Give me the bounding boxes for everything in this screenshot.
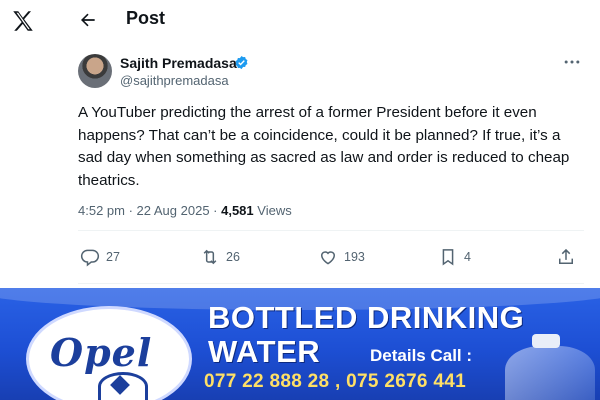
ad-phone-numbers: 077 22 888 28 , 075 2676 441 bbox=[204, 371, 466, 392]
like-count: 193 bbox=[344, 250, 365, 264]
reply-button[interactable]: 27 bbox=[80, 247, 120, 267]
reply-icon bbox=[80, 249, 100, 267]
views-label: Views bbox=[253, 203, 292, 218]
share-icon bbox=[559, 248, 573, 264]
tweet-meta: 4:52 pm · 22 Aug 2025 · 4,581 Views bbox=[78, 203, 292, 218]
post-column: Post Sajith Premadasa @sajithpremadasa A… bbox=[62, 0, 600, 290]
views-count: 4,581 bbox=[221, 203, 254, 218]
tweet-time[interactable]: 4:52 pm · 22 Aug 2025 · bbox=[78, 203, 221, 218]
more-horizontal-icon[interactable] bbox=[562, 52, 582, 72]
ad-banner[interactable]: Opel BOTTLED DRINKING WATER Details Call… bbox=[0, 288, 600, 400]
author-handle[interactable]: @sajithpremadasa bbox=[120, 73, 229, 88]
repost-count: 26 bbox=[226, 250, 240, 264]
x-logo-icon[interactable] bbox=[10, 8, 36, 34]
repost-button[interactable]: 26 bbox=[200, 247, 240, 267]
divider bbox=[78, 283, 584, 284]
bookmark-button[interactable]: 4 bbox=[438, 247, 471, 267]
tweet-text: A YouTuber predicting the arrest of a fo… bbox=[78, 104, 570, 189]
share-button[interactable] bbox=[556, 247, 582, 267]
bookmark-count: 4 bbox=[464, 250, 471, 264]
ad-headline-line2: WATER bbox=[208, 334, 321, 369]
bottle-cap-image bbox=[532, 334, 560, 348]
repost-icon bbox=[203, 249, 217, 265]
page-title: Post bbox=[126, 8, 166, 28]
ad-headline-line1: BOTTLED DRINKING bbox=[208, 300, 525, 335]
arrow-left-icon[interactable] bbox=[78, 10, 98, 30]
divider bbox=[78, 230, 584, 231]
heart-icon bbox=[320, 251, 336, 265]
left-nav-rail bbox=[0, 0, 63, 290]
verified-badge-icon bbox=[235, 55, 248, 70]
water-bottle-image bbox=[505, 346, 595, 400]
post-header: Post bbox=[62, 0, 600, 40]
reply-count: 27 bbox=[106, 250, 120, 264]
bookmark-icon bbox=[442, 249, 454, 266]
ad-details-label: Details Call : bbox=[370, 346, 473, 365]
avatar[interactable] bbox=[78, 54, 112, 88]
like-button[interactable]: 193 bbox=[318, 247, 365, 267]
author-name[interactable]: Sajith Premadasa bbox=[120, 55, 237, 71]
brand-logo-text: Opel bbox=[50, 330, 153, 375]
